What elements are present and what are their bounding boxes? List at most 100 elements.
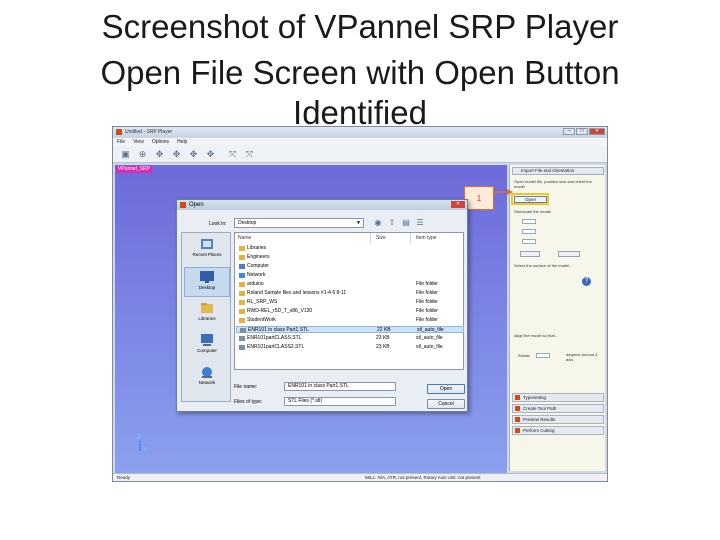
up-folder-icon[interactable]: ⇧ <box>387 218 397 228</box>
viewport-tag: VPannel_SRP <box>116 166 152 173</box>
place-libraries[interactable]: Libraries <box>184 299 230 329</box>
slide-title-line-1: Screenshot of VPannel SRP Player <box>101 8 619 45</box>
maximize-button[interactable]: □ <box>576 128 588 135</box>
folder-icon <box>239 318 245 323</box>
file-row[interactable]: Network <box>236 272 464 279</box>
panel-nav-preview-results[interactable]: Preview Results <box>512 415 604 424</box>
file-row[interactable]: StudentWork File folder <box>236 317 464 324</box>
place-desktop[interactable]: Desktop <box>184 267 230 297</box>
computer-icon <box>239 264 245 269</box>
save-icon[interactable]: ▣ <box>121 150 130 159</box>
step-icon <box>515 406 520 411</box>
size-z-field[interactable] <box>522 239 536 244</box>
machine-status: MILL: N/A, ATR: not present, Rotary Axis… <box>365 475 481 480</box>
file-type-select[interactable]: STL Files (*.stl) <box>284 397 396 406</box>
recent-places-icon <box>201 239 213 249</box>
fit-icon[interactable]: ⤧ <box>245 150 254 159</box>
network-icon <box>202 367 212 378</box>
callout-number: 1 <box>476 194 482 203</box>
panel-header-import[interactable]: Import File and Orientation <box>512 167 604 175</box>
file-row[interactable]: ENR101partCLASS2.STL 23 KB stl_auto_file <box>236 344 464 351</box>
size-y-field[interactable] <box>522 229 536 234</box>
step-icon <box>515 428 520 433</box>
slide-title: Screenshot of VPannel SRP Player Open Fi… <box>0 4 720 136</box>
close-window-button[interactable]: ✕ <box>589 128 605 135</box>
stl-file-icon <box>239 336 245 341</box>
callout-arrow <box>493 189 513 195</box>
panel-orientation-text: Select the surface of the model... <box>514 263 573 268</box>
callout-marker: 1 <box>464 186 494 210</box>
move-icon[interactable]: ✥ <box>189 150 198 159</box>
file-row[interactable]: Engineers <box>236 254 464 261</box>
view-menu-icon[interactable]: ☰ <box>415 218 425 228</box>
step-icon <box>515 395 520 400</box>
panel-instruction: Open model file, position size and orien… <box>514 179 592 189</box>
folder-icon <box>239 300 245 305</box>
new-folder-icon[interactable]: ▤ <box>401 218 411 228</box>
chevron-down-icon: ▼ <box>356 220 361 226</box>
file-row[interactable]: RL_SRP_WS File folder <box>236 299 464 306</box>
file-row[interactable]: Libraries <box>236 245 464 252</box>
workflow-panel: Import File and Orientation Open model f… <box>509 165 605 471</box>
column-size[interactable]: Size <box>376 235 386 241</box>
look-in-select[interactable]: Desktop ▼ <box>234 218 364 228</box>
dialog-close-button[interactable]: ✕ <box>451 201 465 208</box>
file-row-selected[interactable]: ENR101 in class Part1.STL 22 KB stl_auto… <box>236 326 464 333</box>
place-computer[interactable]: Computer <box>184 331 230 361</box>
panel-nav-typesetting[interactable]: Typesetting <box>512 393 604 402</box>
help-icon[interactable]: ? <box>582 277 591 286</box>
menu-options[interactable]: Options <box>152 138 169 146</box>
globe-icon[interactable]: ⊕ <box>138 150 147 159</box>
size-x-field[interactable] <box>522 219 536 224</box>
dialog-title: Open <box>189 202 204 208</box>
desktop-icon <box>200 271 214 283</box>
dialog-titlebar[interactable]: Open ✕ <box>177 200 467 210</box>
panel-nav-create-tool-path[interactable]: Create Tool Path <box>512 404 604 413</box>
panel-align-text: Align the model so that... <box>514 333 559 338</box>
folder-icon <box>239 255 245 260</box>
place-network[interactable]: Network <box>184 363 230 393</box>
column-name[interactable]: Name <box>238 235 251 241</box>
menu-help[interactable]: Help <box>177 138 187 146</box>
fit-icon[interactable]: ⤧ <box>228 150 237 159</box>
menu-file[interactable]: File <box>117 138 125 146</box>
fit-scale-button[interactable] <box>558 251 580 257</box>
network-icon <box>239 273 245 278</box>
file-row[interactable]: ENR101partCLASS.STL 23 KB stl_auto_file <box>236 335 464 342</box>
file-row[interactable]: Computer <box>236 263 464 270</box>
move-icon[interactable]: ✥ <box>172 150 181 159</box>
folder-icon <box>239 282 245 287</box>
app-titlebar[interactable]: Untitled - SRP Player – □ ✕ <box>113 127 607 137</box>
look-in-label: Look in: <box>209 221 227 227</box>
stl-file-icon <box>239 345 245 350</box>
status-text: Ready <box>117 475 131 480</box>
rotate-label: Rotate <box>518 353 530 358</box>
open-button[interactable]: Open <box>427 384 465 394</box>
file-name-input[interactable]: ENR101 in class Part1.STL <box>284 382 396 391</box>
cancel-button[interactable]: Cancel <box>427 399 465 409</box>
file-row[interactable]: Roland Sample files and lessons #1-4 6 8… <box>236 290 464 297</box>
app-title: Untitled - SRP Player <box>125 129 173 135</box>
move-icon[interactable]: ✥ <box>155 150 164 159</box>
open-button-highlight <box>511 193 549 205</box>
scale-button[interactable] <box>520 251 540 257</box>
window-controls: – □ ✕ <box>563 128 605 135</box>
file-row[interactable]: RWD-REL_r5D_T_x86_V130 File folder <box>236 308 464 315</box>
minimize-button[interactable]: – <box>563 128 575 135</box>
menu-view[interactable]: View <box>133 138 144 146</box>
place-recent-places[interactable]: Recent Places <box>184 235 230 265</box>
panel-nav-perform-cutting[interactable]: Perform Cutting <box>512 426 604 435</box>
column-item-type[interactable]: Item type <box>416 235 437 241</box>
axis-z-label: Z <box>137 435 141 441</box>
rotate-field[interactable] <box>536 353 550 358</box>
app-logo-icon <box>116 129 122 135</box>
open-file-dialog: Open ✕ Look in: Desktop ▼ ◉ ⇧ ▤ ☰ Recent… <box>176 199 468 412</box>
axis-indicator <box>139 441 141 451</box>
column-divider <box>370 233 371 243</box>
back-icon[interactable]: ◉ <box>373 218 383 228</box>
stl-file-icon <box>240 328 246 333</box>
file-type-label: Files of type: <box>234 399 263 405</box>
file-row[interactable]: arduino File folder <box>236 281 464 288</box>
toolbar: ▣ ⊕ ✥ ✥ ✥ ✥ ⤧ ⤧ <box>113 146 607 163</box>
move-icon[interactable]: ✥ <box>206 150 215 159</box>
